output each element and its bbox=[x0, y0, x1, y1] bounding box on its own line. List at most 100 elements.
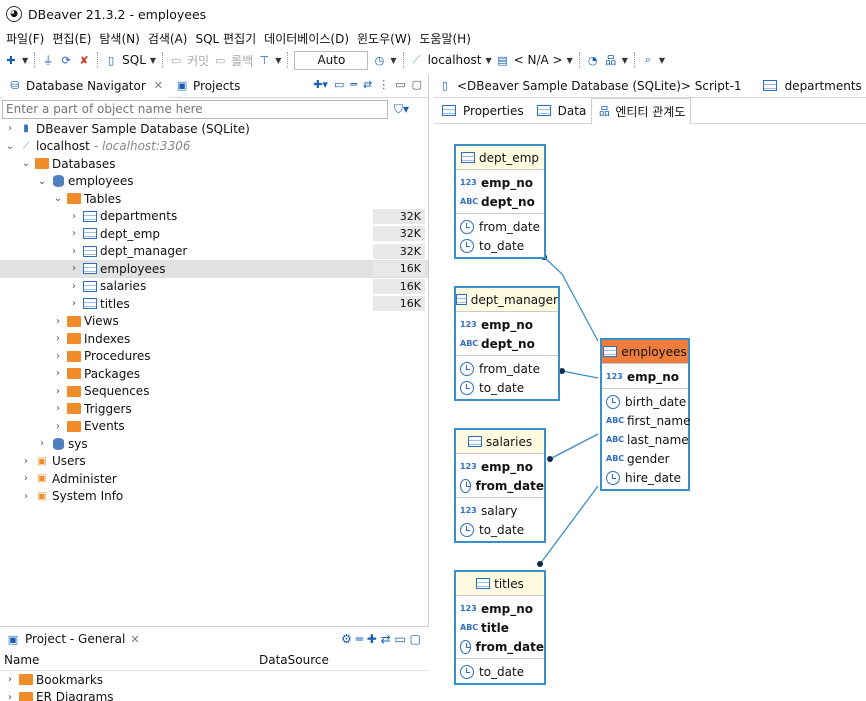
entity-title[interactable]: titles bbox=[456, 572, 544, 596]
menu-edit[interactable]: 편집(E) bbox=[48, 30, 95, 47]
search-icon[interactable]: ⌕ bbox=[641, 53, 655, 67]
chevron-right-icon[interactable]: › bbox=[68, 263, 80, 274]
entity-attribute[interactable]: from_date bbox=[456, 217, 544, 236]
entity-salaries[interactable]: salaries 123 emp_no from_date 123 salary to_da… bbox=[454, 428, 546, 543]
menu-sql-editor[interactable]: SQL 편집기 bbox=[191, 30, 260, 47]
search-dropdown-icon[interactable]: ▼ bbox=[659, 56, 665, 65]
tab-projects[interactable]: ▣ Projects bbox=[169, 74, 246, 98]
chevron-right-icon[interactable]: › bbox=[20, 491, 32, 502]
entity-title[interactable]: salaries bbox=[456, 430, 544, 454]
tree-item-dept-manager[interactable]: › dept_manager 32K bbox=[0, 243, 428, 261]
tree-item-employees[interactable]: › employees 16K bbox=[0, 260, 428, 278]
collapse-all-icon[interactable]: ═ bbox=[350, 78, 357, 91]
tree-item-sys[interactable]: › sys bbox=[0, 435, 428, 453]
sql-button[interactable]: SQL bbox=[122, 53, 146, 67]
entity-attribute[interactable]: 123 emp_no bbox=[456, 173, 544, 192]
new-folder-icon[interactable]: ▭ bbox=[334, 78, 344, 91]
chevron-right-icon[interactable]: › bbox=[68, 228, 80, 239]
chevron-right-icon[interactable]: › bbox=[36, 438, 48, 449]
tree-item-localhost[interactable]: ⌄ ⟋ localhost - localhost:3306 bbox=[0, 138, 428, 156]
tree-item-salaries[interactable]: › salaries 16K bbox=[0, 278, 428, 296]
minimize-icon[interactable]: ▭ bbox=[395, 78, 405, 91]
menu-file[interactable]: 파일(F) bbox=[2, 30, 48, 47]
tab-departments[interactable]: departments bbox=[760, 79, 862, 93]
chevron-down-icon[interactable]: ⌄ bbox=[36, 176, 48, 187]
entity-attribute[interactable]: hire_date bbox=[602, 468, 688, 487]
relation-dept-manager-employees[interactable] bbox=[561, 370, 599, 379]
schema-dropdown-icon[interactable]: ▼ bbox=[567, 56, 573, 65]
menu-window[interactable]: 윈도우(W) bbox=[353, 30, 415, 47]
entity-attribute[interactable]: ABC dept_no bbox=[456, 192, 544, 211]
entity-attribute[interactable]: to_date bbox=[456, 236, 544, 255]
commit-icon[interactable]: ▭ bbox=[169, 53, 183, 67]
chevron-right-icon[interactable]: › bbox=[52, 386, 64, 397]
new-connection-icon[interactable]: ✚ bbox=[4, 53, 18, 67]
entity-attribute[interactable]: to_date bbox=[456, 662, 544, 681]
entity-attribute[interactable]: 123 emp_no bbox=[602, 367, 688, 386]
active-datasource-selector[interactable]: localhost bbox=[428, 53, 482, 67]
sql-editor-icon[interactable]: ▯ bbox=[104, 53, 118, 67]
datasource-dropdown-icon[interactable]: ▼ bbox=[485, 56, 491, 65]
entity-attribute[interactable]: birth_date bbox=[602, 392, 688, 411]
new-connection-icon[interactable]: ✚▾ bbox=[313, 78, 328, 91]
relation-salaries-employees[interactable] bbox=[549, 433, 599, 460]
chevron-right-icon[interactable]: › bbox=[4, 692, 16, 701]
entity-dept-emp[interactable]: dept_emp 123 emp_no ABC dept_no from_date to_d… bbox=[454, 144, 546, 259]
tree-item-tables[interactable]: ⌄ Tables bbox=[0, 190, 428, 208]
commit-button[interactable]: 커밋 bbox=[187, 52, 209, 69]
erd-icon[interactable]: 品 bbox=[604, 53, 618, 67]
entity-title[interactable]: dept_manager bbox=[456, 288, 558, 312]
tab-script-1[interactable]: ▯ <DBeaver Sample Database (SQLite)> Scr… bbox=[438, 79, 742, 93]
tree-item-dept-emp[interactable]: › dept_emp 32K bbox=[0, 225, 428, 243]
close-icon[interactable]: ✕ bbox=[154, 79, 163, 92]
entity-attribute[interactable]: ABC gender bbox=[602, 449, 688, 468]
active-schema-selector[interactable]: < N/A > bbox=[514, 53, 563, 67]
rollback-icon[interactable]: ▭ bbox=[213, 53, 227, 67]
column-header-name[interactable]: Name bbox=[4, 653, 39, 670]
entity-employees[interactable]: employees 123 emp_no birth_date ABC first_nam… bbox=[600, 338, 690, 491]
tree-item-titles[interactable]: › titles 16K bbox=[0, 295, 428, 313]
connect-icon[interactable]: ⏚ bbox=[41, 53, 55, 67]
entity-dept-manager[interactable]: dept_manager 123 emp_no ABC dept_no from_date… bbox=[454, 286, 560, 401]
filter-icon[interactable]: ⛉▾ bbox=[394, 102, 409, 117]
menu-navigate[interactable]: 탐색(N) bbox=[95, 30, 143, 47]
relation-titles-employees[interactable] bbox=[539, 485, 599, 565]
tree-item-procedures[interactable]: › Procedures bbox=[0, 348, 428, 366]
chevron-down-icon[interactable]: ⌄ bbox=[20, 158, 32, 169]
tab-database-navigator[interactable]: ⛁ Database Navigator ✕ bbox=[2, 73, 170, 98]
transaction-mode-icon[interactable]: ⊤ bbox=[257, 53, 271, 67]
object-filter-input[interactable] bbox=[2, 99, 388, 119]
chevron-right-icon[interactable]: › bbox=[52, 316, 64, 327]
transaction-mode-dropdown-icon[interactable]: ▼ bbox=[275, 56, 281, 65]
entity-attribute[interactable]: ABC title bbox=[456, 618, 544, 637]
tree-item-packages[interactable]: › Packages bbox=[0, 365, 428, 383]
rollback-button[interactable]: 롤백 bbox=[231, 52, 253, 69]
menu-search[interactable]: 검색(A) bbox=[144, 30, 192, 47]
chevron-right-icon[interactable]: › bbox=[52, 351, 64, 362]
entity-titles[interactable]: titles 123 emp_no ABC title from_date to_date bbox=[454, 570, 546, 685]
entity-attribute[interactable]: 123 emp_no bbox=[456, 315, 558, 334]
tree-item-system-info[interactable]: › ▣ System Info bbox=[0, 488, 428, 506]
sub-tab-properties[interactable]: Properties bbox=[434, 98, 529, 124]
new-connection-dropdown-icon[interactable]: ▼ bbox=[22, 56, 28, 65]
entity-attribute[interactable]: ABC dept_no bbox=[456, 334, 558, 353]
chevron-down-icon[interactable]: ⌄ bbox=[52, 193, 64, 204]
sql-dropdown-icon[interactable]: ▼ bbox=[150, 56, 156, 65]
chevron-right-icon[interactable]: › bbox=[20, 456, 32, 467]
reconnect-icon[interactable]: ⟳ bbox=[59, 53, 73, 67]
erd-dropdown-icon[interactable]: ▼ bbox=[622, 56, 628, 65]
chevron-right-icon[interactable]: › bbox=[4, 674, 16, 685]
project-toolbar[interactable]: ⚙ ═ ✚ ⇄ ▭ ▢ bbox=[341, 632, 421, 646]
history-icon[interactable]: ◷ bbox=[372, 53, 386, 67]
maximize-icon[interactable]: ▢ bbox=[412, 78, 422, 91]
tree-item-indexes[interactable]: › Indexes bbox=[0, 330, 428, 348]
chevron-down-icon[interactable]: ⌄ bbox=[4, 141, 16, 152]
tab-project-general[interactable]: ▣ Project - General ✕ ⚙ ═ ✚ ⇄ ▭ ▢ bbox=[0, 627, 429, 651]
chevron-right-icon[interactable]: › bbox=[52, 333, 64, 344]
chevron-right-icon[interactable]: › bbox=[52, 421, 64, 432]
tree-item-sequences[interactable]: › Sequences bbox=[0, 383, 428, 401]
chevron-right-icon[interactable]: › bbox=[68, 246, 80, 257]
entity-attribute[interactable]: 123 salary bbox=[456, 501, 544, 520]
history-dropdown-icon[interactable]: ▼ bbox=[390, 56, 396, 65]
chevron-right-icon[interactable]: › bbox=[52, 403, 64, 414]
